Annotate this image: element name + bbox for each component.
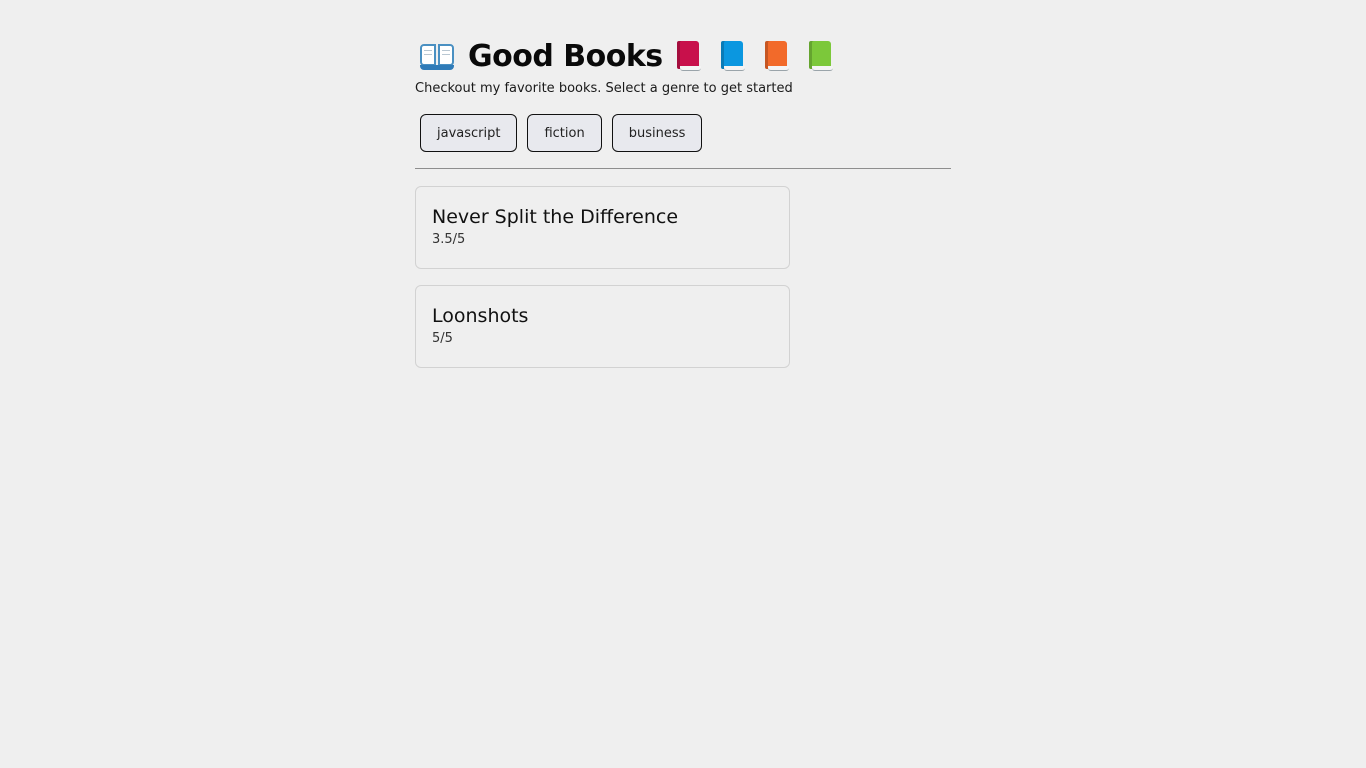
genre-button-fiction[interactable]: fiction (527, 114, 602, 152)
genre-button-group: javascript fiction business (415, 114, 951, 152)
book-title: Never Split the Difference (432, 206, 679, 228)
page-header: Good Books (415, 32, 951, 80)
book-card: Never Split the Difference 3.5/5 (415, 186, 790, 269)
book-card: Loonshots 5/5 (415, 285, 790, 368)
app-container: Good Books Checkout my favorite books. S… (415, 32, 951, 384)
book-list: Never Split the Difference 3.5/5 Loonsho… (415, 186, 951, 368)
divider (415, 168, 951, 169)
genre-button-javascript[interactable]: javascript (420, 114, 518, 152)
page-title: Good Books (468, 38, 663, 74)
red-book-icon (676, 41, 701, 71)
book-rating: 3.5/5 (432, 232, 466, 247)
blue-book-icon (720, 41, 745, 71)
book-rating: 5/5 (432, 331, 453, 346)
book-title: Loonshots (432, 305, 529, 327)
green-book-icon (808, 41, 833, 71)
genre-button-business[interactable]: business (611, 114, 703, 152)
orange-book-icon (764, 41, 789, 71)
page-subtitle: Checkout my favorite books. Select a gen… (415, 81, 793, 96)
open-book-icon (420, 42, 454, 70)
